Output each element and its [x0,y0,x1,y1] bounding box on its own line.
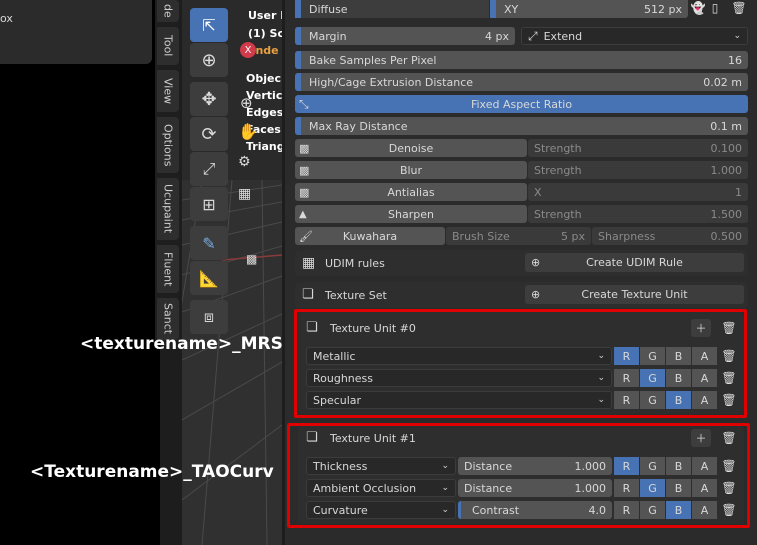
cage-extrusion-field[interactable]: High/Cage Extrusion Distance 0.02 m [295,73,748,91]
scale-tool[interactable]: ⤢ [190,152,228,186]
perspective-grid-icon[interactable]: ▦ [238,186,251,202]
tab-tool[interactable]: Tool [157,27,179,65]
checker-icon: ▩ [299,185,310,199]
brush-icon: 🖌 [299,229,313,243]
denoise-strength[interactable]: Strength 0.100 [528,139,748,157]
kuwahara-sharpness[interactable]: Sharpness 0.500 [592,227,748,245]
zoom-icon[interactable]: ⊕ [240,94,253,112]
kuwahara-brush-size[interactable]: Brush Size 5 px [446,227,591,245]
bake-type-field[interactable]: Diffuse [295,0,489,18]
properties-area: ox [0,0,152,64]
cursor-icon: ⊕ [201,49,217,71]
checker-icon: ▩ [299,163,310,177]
tab-ucupaint[interactable]: Ucupaint [157,178,179,240]
triangle-icon: ▲ [299,208,307,220]
margin-field[interactable]: Margin 4 px [295,27,515,45]
max-ray-distance-field[interactable]: Max Ray Distance 0.1 m [295,117,748,135]
move-icon: ✥ [201,88,217,110]
sharpen-toggle[interactable]: ▲ Sharpen [295,205,527,223]
udim-label: UDIM rules [325,257,385,270]
margin-mode-select[interactable]: ⤢ Extend ⌄ [521,27,748,45]
sharpen-strength[interactable]: Strength 1.500 [528,205,748,223]
highlight-unit-1 [287,423,750,528]
antialias-toggle[interactable]: ▩ Antialias [295,183,527,201]
fixed-aspect-toggle[interactable]: ⤡ Fixed Aspect Ratio [295,95,748,113]
stat-triangles: Triang [246,140,282,153]
bake-samples-field[interactable]: Bake Samples Per Pixel 16 [295,51,748,69]
sidebar-tabs: de Tool View Options Ucupaint Fluent San… [155,0,180,340]
tab-fluent[interactable]: Fluent [157,245,179,293]
chevron-down-icon: ⌄ [733,31,741,41]
texture-set-icon: ❏ [302,287,314,302]
measure-tool[interactable]: 📐 [190,261,228,295]
scale-icon: ⤢ [202,159,216,178]
antialias-x[interactable]: X 1 [528,183,748,201]
object-name: (1) Sc [248,27,282,40]
kuwahara-toggle[interactable]: 🖌 Kuwahara [295,227,445,245]
ghost-icon[interactable]: 👻 [690,0,706,16]
texture-set-label: Texture Set [325,289,387,302]
add-cube-tool[interactable]: ⧈ [190,300,228,334]
stat-objects: Objec [246,72,281,85]
highlight-unit-0 [294,309,747,418]
create-udim-rule-button[interactable]: ⊕ Create UDIM Rule [525,253,744,272]
transform-icon: ⊞ [202,194,216,214]
checker-icon[interactable]: ▩ [246,252,257,266]
camera-icon[interactable]: ⚙ [238,154,251,170]
tab-de[interactable]: de [157,0,179,22]
aspect-icon: ⤡ [299,96,309,111]
pan-hand-icon[interactable]: ✋ [238,122,258,141]
unit-0-annotation: <texturename>_MRS [80,334,283,354]
rotate-tool[interactable]: ⟳ [190,117,228,151]
blur-toggle[interactable]: ▩ Blur [295,161,527,179]
rotate-icon: ⟳ [201,123,217,145]
view-name: User P [248,9,282,22]
bake-size-field[interactable]: XY 512 px [490,0,688,18]
select-box-tool[interactable]: ⇱ [190,8,228,42]
blur-strength[interactable]: Strength 1.000 [528,161,748,179]
trash-icon[interactable]: 🗑 [731,0,747,16]
annotate-icon: ✎ [202,233,216,253]
move-tool[interactable]: ✥ [190,82,228,116]
grid-icon: ▦ [302,255,316,271]
tab-view[interactable]: View [157,70,179,112]
annotate-tool[interactable]: ✎ [190,226,228,260]
extend-icon: ⤢ [528,28,538,43]
denoise-toggle[interactable]: ▩ Denoise [295,139,527,157]
checker-icon: ▩ [299,141,310,155]
add-circle-icon: ⊕ [531,288,541,301]
file-icon[interactable]: ▯ [707,0,723,16]
axis-x-icon[interactable]: X [240,42,256,58]
create-texture-unit-button[interactable]: ⊕ Create Texture Unit [525,285,744,304]
left-panel-text: ox [0,12,13,25]
add-cube-icon: ⧈ [203,307,215,326]
transform-tool[interactable]: ⊞ [190,187,228,221]
measure-icon: 📐 [199,268,219,288]
add-circle-icon: ⊕ [531,256,541,269]
select-cursor-icon: ⇱ [202,15,216,35]
unit-1-annotation: <Texturename>_TAOCurv [30,462,274,482]
cursor-tool[interactable]: ⊕ [190,43,228,77]
tab-options[interactable]: Options [157,117,179,173]
